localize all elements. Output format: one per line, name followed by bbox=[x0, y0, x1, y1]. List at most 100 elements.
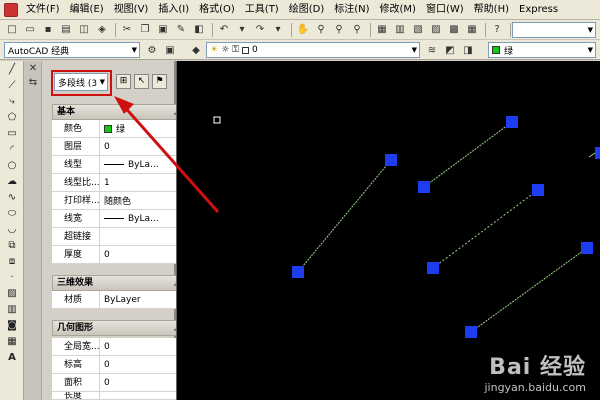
pan-icon[interactable]: ✋ bbox=[295, 22, 311, 38]
region-icon[interactable]: ◙ bbox=[3, 318, 21, 333]
grip[interactable] bbox=[427, 262, 439, 274]
color-combo[interactable]: 绿 ▼ bbox=[488, 42, 596, 58]
palette-title-bar[interactable]: ✕ ⇆ bbox=[24, 61, 42, 400]
ellipse-icon[interactable]: ⬭ bbox=[3, 206, 21, 221]
workspace-settings-icon[interactable]: ⚙ bbox=[144, 42, 160, 58]
properties-icon[interactable]: ▦ bbox=[374, 22, 390, 38]
polygon-icon[interactable]: ⬠ bbox=[3, 110, 21, 125]
multiline-text-icon[interactable]: A bbox=[3, 350, 21, 365]
dropdown-arrow-icon[interactable]: ▾ bbox=[234, 22, 250, 38]
redo-icon[interactable]: ↷ bbox=[252, 22, 268, 38]
markup-icon[interactable]: ▩ bbox=[446, 22, 462, 38]
quick-select-icon[interactable]: ⚑ bbox=[152, 74, 167, 89]
menu-tools[interactable]: 工具(T) bbox=[240, 0, 284, 20]
menu-format[interactable]: 格式(O) bbox=[194, 0, 240, 20]
toggle-pickadd-icon[interactable]: ⊞ bbox=[116, 74, 131, 89]
circle-icon[interactable]: ○ bbox=[3, 158, 21, 173]
workspace-combo[interactable]: AutoCAD 经典 ▼ bbox=[4, 42, 140, 58]
menu-dimension[interactable]: 标注(N) bbox=[329, 0, 374, 20]
app-icon[interactable] bbox=[4, 2, 18, 17]
zoom-window-icon[interactable]: ⚲ bbox=[331, 22, 347, 38]
design-center-icon[interactable]: ▥ bbox=[392, 22, 408, 38]
menu-view[interactable]: 视图(V) bbox=[109, 0, 154, 20]
property-row[interactable]: 长度 bbox=[52, 392, 188, 400]
tool-palettes-icon[interactable]: ▧ bbox=[410, 22, 426, 38]
grip[interactable] bbox=[418, 181, 430, 193]
property-row[interactable]: 打印样... 随颜色 bbox=[52, 191, 188, 210]
menu-file[interactable]: 文件(F) bbox=[21, 0, 65, 20]
section-geometry[interactable]: 几何图形 ︽ bbox=[52, 320, 188, 336]
zoom-realtime-icon[interactable]: ⚲ bbox=[313, 22, 329, 38]
block-editor-icon[interactable]: ◧ bbox=[191, 22, 207, 38]
point-icon[interactable]: · bbox=[3, 270, 21, 285]
property-row[interactable]: 超链接 bbox=[52, 227, 188, 246]
line-icon[interactable]: ╱ bbox=[3, 62, 21, 77]
dropdown-arrow-icon[interactable]: ▾ bbox=[270, 22, 286, 38]
paste-icon[interactable]: ▣ bbox=[155, 22, 171, 38]
layer-combo[interactable]: ☀ ☼ ⚿ 0 ▼ bbox=[206, 42, 420, 58]
revision-cloud-icon[interactable]: ☁ bbox=[3, 174, 21, 189]
select-objects-icon[interactable]: ↖ bbox=[134, 74, 149, 89]
grip[interactable] bbox=[581, 242, 593, 254]
table-icon[interactable]: ▦ bbox=[3, 334, 21, 349]
spline-icon[interactable]: ∿ bbox=[3, 190, 21, 205]
help-icon[interactable]: ? bbox=[489, 22, 505, 38]
polyline-1[interactable] bbox=[297, 159, 392, 273]
layer-states-icon[interactable]: ◨ bbox=[460, 42, 476, 58]
sheet-set-icon[interactable]: ▨ bbox=[428, 22, 444, 38]
grip[interactable] bbox=[532, 184, 544, 196]
polyline-3[interactable] bbox=[432, 189, 539, 269]
property-row[interactable]: 线型比... 1 bbox=[52, 173, 188, 192]
cut-icon[interactable]: ✂ bbox=[119, 22, 135, 38]
property-row[interactable]: 材质 ByLayer bbox=[52, 290, 188, 309]
gradient-icon[interactable]: ▥ bbox=[3, 302, 21, 317]
text-style-combo[interactable]: ▼ bbox=[512, 22, 596, 38]
new-icon[interactable]: □ bbox=[4, 22, 20, 38]
arc-icon[interactable]: ◜ bbox=[3, 142, 21, 157]
grip[interactable] bbox=[506, 116, 518, 128]
make-block-icon[interactable]: ⧈ bbox=[3, 254, 21, 269]
property-row[interactable]: 全局宽... 0 bbox=[52, 337, 188, 356]
menu-help[interactable]: 帮助(H) bbox=[469, 0, 514, 20]
print-icon[interactable]: ▤ bbox=[58, 22, 74, 38]
property-row[interactable]: 线宽 ByLa... bbox=[52, 209, 188, 228]
make-current-layer-icon[interactable]: ≋ bbox=[424, 42, 440, 58]
section-3d-effects[interactable]: 三维效果 ︽ bbox=[52, 275, 188, 291]
close-icon[interactable]: ✕ bbox=[26, 63, 40, 75]
menu-modify[interactable]: 修改(M) bbox=[375, 0, 421, 20]
menu-express[interactable]: Express bbox=[514, 0, 563, 20]
polyline-icon[interactable]: ⤷ bbox=[3, 94, 21, 109]
zoom-previous-icon[interactable]: ⚲ bbox=[349, 22, 365, 38]
copy-icon[interactable]: ❐ bbox=[137, 22, 153, 38]
menu-edit[interactable]: 编辑(E) bbox=[65, 0, 109, 20]
property-row[interactable]: 颜色 绿 bbox=[52, 119, 188, 138]
polyline-4[interactable] bbox=[470, 247, 588, 333]
autohide-icon[interactable]: ⇆ bbox=[26, 77, 40, 89]
menu-insert[interactable]: 插入(I) bbox=[153, 0, 194, 20]
hatch-icon[interactable]: ▨ bbox=[3, 286, 21, 301]
grip[interactable] bbox=[292, 266, 304, 278]
rectangle-icon[interactable]: ▭ bbox=[3, 126, 21, 141]
property-row[interactable]: 图层 0 bbox=[52, 137, 188, 156]
grip[interactable] bbox=[385, 154, 397, 166]
undo-icon[interactable]: ↶ bbox=[216, 22, 232, 38]
layer-manager-icon[interactable]: ◆ bbox=[188, 42, 204, 58]
construction-line-icon[interactable]: ⟋ bbox=[3, 78, 21, 93]
match-properties-icon[interactable]: ✎ bbox=[173, 22, 189, 38]
grip[interactable] bbox=[465, 326, 477, 338]
preview-icon[interactable]: ◫ bbox=[76, 22, 92, 38]
open-icon[interactable]: ▭ bbox=[22, 22, 38, 38]
property-row[interactable]: 标高 0 bbox=[52, 355, 188, 374]
ellipse-arc-icon[interactable]: ◡ bbox=[3, 222, 21, 237]
polyline-2[interactable] bbox=[423, 121, 513, 188]
publish-icon[interactable]: ◈ bbox=[94, 22, 110, 38]
layer-previous-icon[interactable]: ◩ bbox=[442, 42, 458, 58]
drawing-canvas[interactable]: Bai 经验 jingyan.baidu.com bbox=[176, 61, 600, 400]
property-row[interactable]: 厚度 0 bbox=[52, 245, 188, 264]
property-row[interactable]: 线型 ByLa... bbox=[52, 155, 188, 174]
menu-window[interactable]: 窗口(W) bbox=[421, 0, 469, 20]
calculator-icon[interactable]: ▦ bbox=[464, 22, 480, 38]
section-basic[interactable]: 基本 ︽ bbox=[52, 104, 188, 120]
menu-draw[interactable]: 绘图(D) bbox=[284, 0, 330, 20]
workspace-save-icon[interactable]: ▣ bbox=[162, 42, 178, 58]
